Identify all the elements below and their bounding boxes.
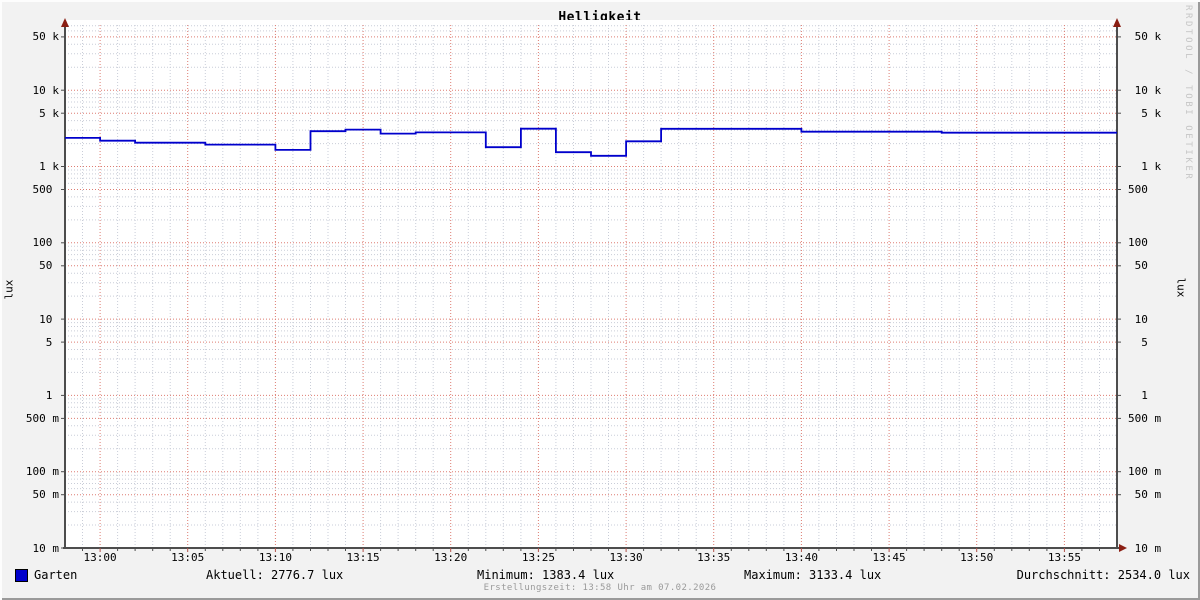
legend: Garten Aktuell: 2776.7 lux Minimum: 1383… xyxy=(0,0,1200,600)
series-label: Garten xyxy=(34,568,78,582)
stat-aktuell: Aktuell: 2776.7 lux xyxy=(206,568,344,582)
creation-timestamp: Erstellungszeit: 13:58 Uhr am 07.02.2026 xyxy=(483,583,717,593)
stat-durchschnitt: Durchschnitt: 2534.0 lux xyxy=(1016,568,1190,582)
series-color-swatch xyxy=(15,569,28,582)
stat-maximum: Maximum: 3133.4 lux xyxy=(744,568,882,582)
stat-minimum: Minimum: 1383.4 lux xyxy=(477,568,615,582)
rrdtool-graph: Helligkeit RRDTOOL / TOBI OETIKER lux lu… xyxy=(0,0,1200,600)
